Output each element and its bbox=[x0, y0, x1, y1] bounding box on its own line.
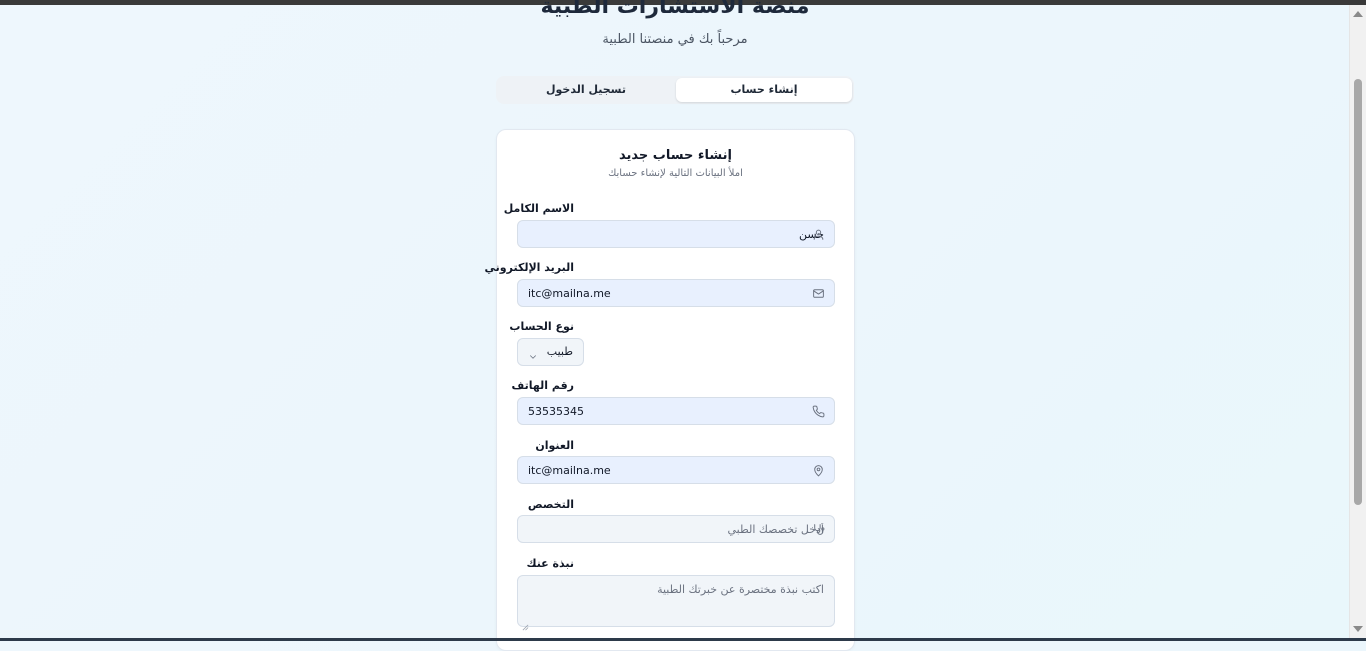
page-title: منصة الاستشارات الطبية bbox=[540, 0, 810, 19]
full-name-field bbox=[517, 220, 835, 248]
scroll-up-icon[interactable] bbox=[1353, 11, 1363, 17]
phone-icon bbox=[812, 405, 825, 418]
phone-field bbox=[517, 397, 835, 425]
bio-field bbox=[517, 575, 835, 631]
bio-textarea[interactable] bbox=[518, 576, 834, 626]
register-card: إنشاء حساب جديد املأ البيانات التالية لإ… bbox=[485, 129, 855, 651]
map-pin-icon bbox=[812, 464, 825, 477]
scroll-down-icon[interactable] bbox=[1353, 626, 1363, 632]
address-label: العنوان bbox=[535, 439, 574, 452]
chevron-down-icon bbox=[528, 347, 538, 359]
card-title: إنشاء حساب جديد bbox=[619, 148, 732, 163]
resize-handle-icon[interactable] bbox=[522, 616, 529, 631]
full-name-input[interactable] bbox=[518, 221, 834, 247]
account-type-label: نوع الحساب bbox=[509, 320, 574, 333]
page-subtitle: مرحباً بك في منصتنا الطبية bbox=[602, 32, 748, 47]
tab-login[interactable]: تسجيل الدخول bbox=[498, 78, 674, 102]
account-type-select[interactable]: طبيب bbox=[517, 338, 584, 366]
address-field bbox=[517, 456, 835, 484]
account-type-value: طبيب bbox=[546, 345, 573, 358]
email-field bbox=[517, 279, 835, 307]
page-scrollbar[interactable] bbox=[1349, 5, 1366, 638]
tab-register[interactable]: إنشاء حساب bbox=[676, 78, 852, 102]
auth-tabs: إنشاء حساب تسجيل الدخول bbox=[496, 76, 854, 104]
stethoscope-icon bbox=[812, 523, 825, 536]
card-description: املأ البيانات التالية لإنشاء حسابك bbox=[608, 168, 743, 179]
bio-label: نبذة عنك bbox=[526, 557, 574, 570]
phone-input[interactable] bbox=[518, 398, 834, 424]
scrollbar-thumb[interactable] bbox=[1354, 79, 1362, 505]
full-name-label: الاسم الكامل bbox=[503, 202, 574, 215]
user-icon bbox=[812, 228, 825, 241]
email-label: البريد الإلكتروني bbox=[484, 261, 574, 274]
mail-icon bbox=[812, 287, 825, 300]
specialty-input[interactable] bbox=[518, 516, 834, 542]
specialty-label: التخصص bbox=[527, 498, 574, 511]
address-input[interactable] bbox=[518, 457, 834, 483]
specialty-field bbox=[517, 515, 835, 543]
email-input[interactable] bbox=[518, 280, 834, 306]
phone-label: رقم الهاتف bbox=[511, 379, 574, 392]
